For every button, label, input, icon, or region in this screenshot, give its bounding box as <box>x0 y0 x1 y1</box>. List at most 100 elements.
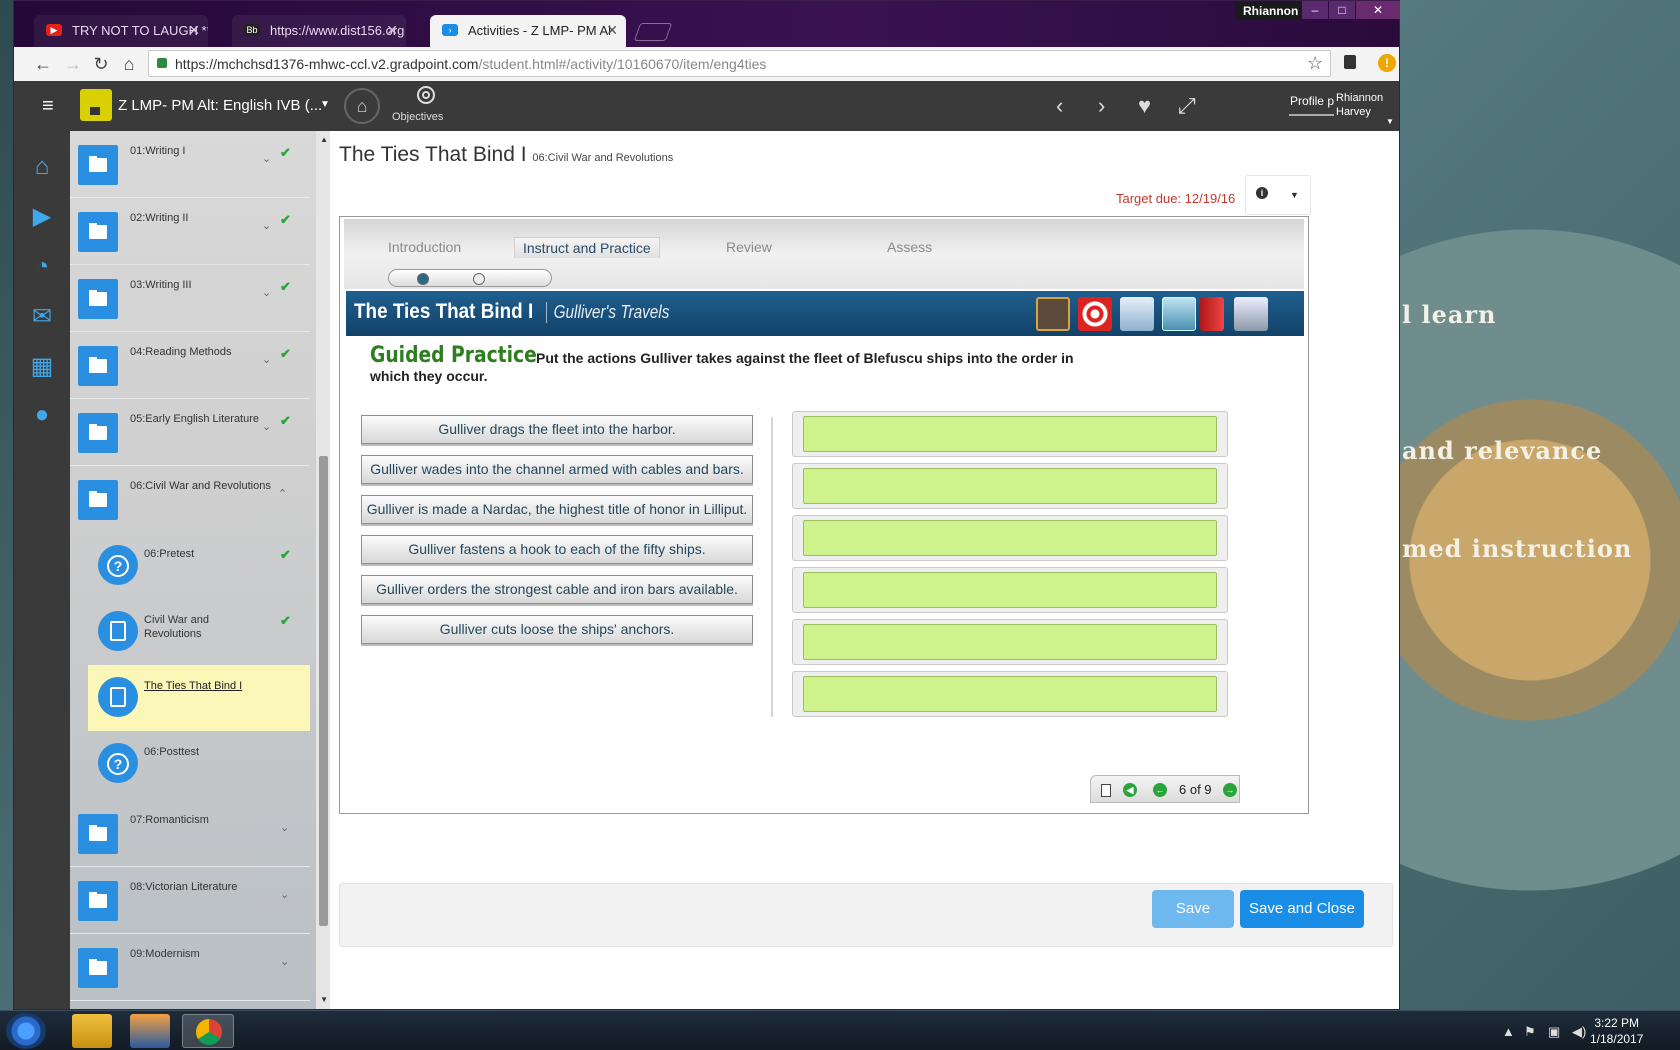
progress-marker[interactable] <box>417 273 429 285</box>
target-icon[interactable] <box>417 86 435 104</box>
chevron-down-icon[interactable]: ⌄ <box>280 955 289 968</box>
draggable-action[interactable]: Gulliver fastens a hook to each of the f… <box>361 535 753 564</box>
drop-target[interactable] <box>803 676 1217 712</box>
unit-victorian-literature[interactable]: 08:Victorian Literature ⌄ <box>70 867 310 934</box>
minimize-button[interactable]: – <box>1302 1 1328 19</box>
lesson-label[interactable]: The Ties That Bind I <box>144 679 242 693</box>
lesson-posttest[interactable]: ? 06:Posttest <box>88 731 310 797</box>
flag-icon[interactable]: ⚑ <box>1524 1024 1536 1040</box>
bookmark-star-icon[interactable]: ☆ <box>1307 53 1323 74</box>
file-explorer-icon[interactable] <box>72 1014 112 1048</box>
lesson-civil-war-and-revolutions[interactable]: Civil War and Revolutions ✔ <box>88 599 310 665</box>
draggable-action[interactable]: Gulliver is made a Nardac, the highest t… <box>361 495 753 524</box>
new-tab-button[interactable] <box>633 23 673 41</box>
chevron-down-icon[interactable]: ▼ <box>1290 190 1299 200</box>
heart-icon[interactable]: ♥ <box>1138 93 1151 119</box>
previous-arrow-icon[interactable]: ← <box>1153 783 1167 797</box>
close-window-button[interactable]: ✕ <box>1356 1 1400 19</box>
network-icon[interactable]: ▣ <box>1548 1024 1560 1040</box>
objectives-button[interactable]: Objectives <box>392 111 443 123</box>
chevron-down-icon[interactable]: ▼ <box>320 99 330 110</box>
unit-modernism[interactable]: 09:Modernism ⌄ <box>70 934 310 1001</box>
drop-slot[interactable] <box>792 567 1228 613</box>
close-tab-icon[interactable]: ✕ <box>188 22 200 39</box>
address-bar[interactable]: https://mchchsd1376-mhwc-ccl.v2.gradpoin… <box>148 50 1331 77</box>
drop-slot[interactable] <box>792 411 1228 457</box>
print-icon[interactable] <box>1234 297 1268 331</box>
drop-target[interactable] <box>803 468 1217 504</box>
scroll-down-arrow-icon[interactable]: ▼ <box>320 995 328 1004</box>
browser-tab-youtube[interactable]: ▶ TRY NOT TO LAUGH **H ✕ <box>34 15 208 47</box>
lesson-pretest[interactable]: ? 06:Pretest ✔ <box>88 533 310 599</box>
info-dropdown[interactable]: i ▼ <box>1245 175 1311 215</box>
chevron-down-icon[interactable]: ⌄ <box>262 286 271 299</box>
chevron-right-icon[interactable]: › <box>1098 93 1105 119</box>
drop-target[interactable] <box>803 416 1217 452</box>
unit-reading-methods[interactable]: 04:Reading Methods ⌄ ✔ <box>70 332 310 399</box>
course-title[interactable]: Z LMP- PM Alt: English IVB (... <box>118 97 322 114</box>
tab-introduction[interactable]: Introduction <box>388 239 461 255</box>
presentation-icon[interactable] <box>1162 297 1196 331</box>
home-icon[interactable]: ⌂ <box>28 153 56 181</box>
apple-icon[interactable]: ● <box>28 401 56 429</box>
book-icon[interactable] <box>1120 297 1154 331</box>
draggable-action[interactable]: Gulliver wades into the channel armed wi… <box>361 455 753 484</box>
lesson-progress-track[interactable] <box>388 269 552 287</box>
menu-icon[interactable]: ≡ <box>42 95 54 118</box>
chevron-down-icon[interactable]: ⌄ <box>262 152 271 165</box>
info-icon[interactable]: i <box>1256 187 1268 199</box>
scroll-up-arrow-icon[interactable]: ▲ <box>320 135 328 144</box>
drop-slot[interactable] <box>792 671 1228 717</box>
drop-target[interactable] <box>803 520 1217 556</box>
tab-review[interactable]: Review <box>726 239 772 255</box>
chevron-down-icon[interactable]: ▼ <box>1386 117 1394 126</box>
drop-slot[interactable] <box>792 619 1228 665</box>
tab-assess[interactable]: Assess <box>887 239 932 255</box>
browser-profile-chip[interactable]: Rhiannon <box>1235 2 1307 20</box>
play-icon[interactable]: ▶ <box>28 203 56 231</box>
back-arrow-icon[interactable]: ← <box>32 53 54 75</box>
close-tab-icon[interactable]: ✕ <box>606 22 618 39</box>
draggable-action[interactable]: Gulliver drags the fleet into the harbor… <box>361 415 753 444</box>
next-arrow-icon[interactable]: → <box>1223 783 1237 797</box>
mail-icon[interactable]: ✉ <box>28 303 56 331</box>
drop-target[interactable] <box>803 624 1217 660</box>
browser-tab-activities[interactable]: › Activities - Z LMP- PM Al ✕ <box>430 15 626 47</box>
chevron-down-icon[interactable]: ⌄ <box>280 821 289 834</box>
unit-romanticism[interactable]: 07:Romanticism ⌄ <box>70 800 310 867</box>
close-tab-icon[interactable]: ✕ <box>386 22 398 39</box>
sidebar-scrollbar[interactable] <box>319 456 328 926</box>
save-and-close-button[interactable]: Save and Close <box>1240 890 1364 928</box>
media-player-icon[interactable] <box>130 1014 170 1048</box>
dashboard-gauge-icon[interactable]: ◔ <box>28 253 56 281</box>
lesson-the-ties-that-bind-i[interactable]: The Ties That Bind I <box>88 665 310 731</box>
chevron-down-icon[interactable]: ⌄ <box>262 219 271 232</box>
reload-icon[interactable]: ↻ <box>90 53 112 75</box>
chevron-up-icon[interactable]: ⌃ <box>278 487 287 500</box>
drop-slot[interactable] <box>792 515 1228 561</box>
maximize-button[interactable]: □ <box>1329 1 1355 19</box>
chrome-icon[interactable] <box>182 1014 234 1048</box>
chevron-down-icon[interactable]: ⌄ <box>280 888 289 901</box>
volume-icon[interactable]: ◀) <box>1572 1024 1586 1040</box>
drop-slot[interactable] <box>792 463 1228 509</box>
unit-civil-war-and-revolutions[interactable]: 06:Civil War and Revolutions ⌃ <box>70 466 310 533</box>
chevron-down-icon[interactable]: ⌄ <box>262 420 271 433</box>
unit-writing-i[interactable]: 01:Writing I ⌄ ✔ <box>70 131 310 198</box>
extension-warning-icon[interactable]: ! <box>1378 54 1396 72</box>
calculator-icon[interactable] <box>1036 297 1070 331</box>
save-button[interactable]: Save <box>1152 890 1234 928</box>
home-button[interactable]: ⌂ <box>344 88 380 124</box>
start-button[interactable] <box>6 1013 46 1049</box>
chevron-down-icon[interactable]: ⌄ <box>262 353 271 366</box>
calendar-icon[interactable]: ▦ <box>28 353 56 381</box>
browser-tab-dist156[interactable]: Bb https://www.dist156.org ✕ <box>232 15 406 47</box>
dictionary-icon[interactable] <box>1200 297 1224 331</box>
unit-writing-iii[interactable]: 03:Writing III ⌄ ✔ <box>70 265 310 332</box>
tray-expand-icon[interactable]: ▲ <box>1502 1024 1515 1039</box>
fullscreen-icon[interactable]: ⤢ <box>1178 93 1196 119</box>
system-clock[interactable]: 3:22 PM 1/18/2017 <box>1590 1015 1643 1047</box>
extension-lock-icon[interactable] <box>1344 55 1356 69</box>
unit-early-english-literature[interactable]: 05:Early English Literature ⌄ ✔ <box>70 399 310 466</box>
unit-writing-ii[interactable]: 02:Writing II ⌄ ✔ <box>70 198 310 265</box>
